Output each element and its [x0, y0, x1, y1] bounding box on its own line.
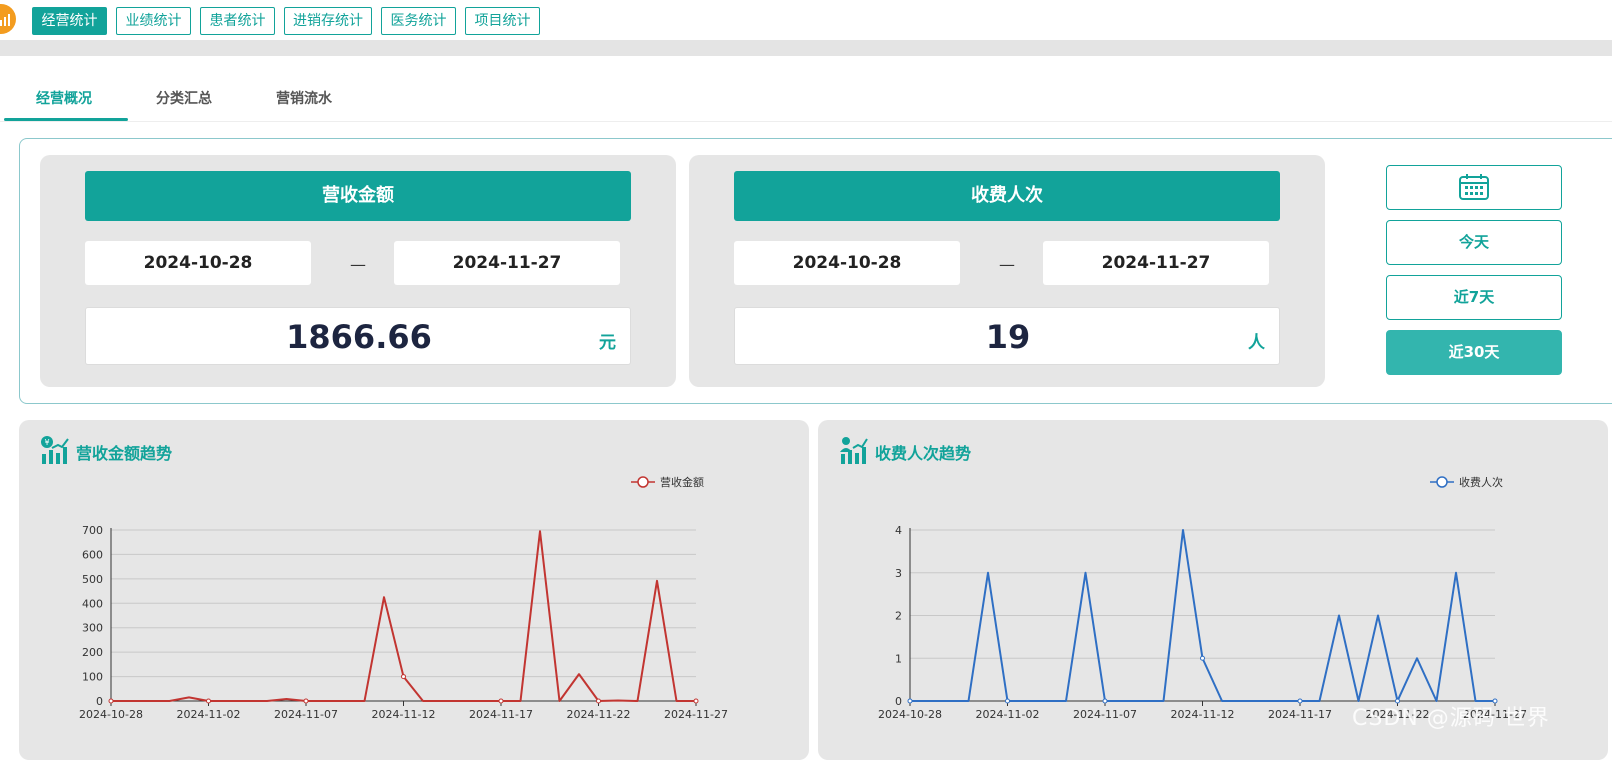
visits-unit: 人 — [1248, 333, 1265, 353]
visits-value-box: 19 人 — [734, 307, 1280, 365]
y-tick-label: 2 — [895, 610, 902, 623]
visits-end-date[interactable]: 2024-11-27 — [1043, 241, 1269, 285]
chart-legend: 收费人次 — [1430, 475, 1503, 489]
x-tick-label: 2024-10-28 — [878, 708, 942, 721]
x-tick-label: 2024-11-27 — [664, 708, 728, 721]
chart-legend: 营收金额 — [631, 475, 704, 489]
y-tick-label: 0 — [96, 695, 103, 708]
y-tick-label: 100 — [82, 671, 103, 684]
top-tab-performance[interactable]: 业绩统计 — [116, 7, 191, 35]
x-tick-label: 2024-11-12 — [372, 708, 436, 721]
x-tick-label: 2024-11-07 — [1073, 708, 1137, 721]
top-nav-bar: 经营统计 业绩统计 患者统计 进销存统计 医务统计 项目统计 — [0, 0, 1612, 40]
y-tick-label: 300 — [82, 622, 103, 635]
top-tab-business[interactable]: 经营统计 — [32, 7, 107, 35]
legend-marker — [637, 476, 649, 488]
today-button[interactable]: 今天 — [1386, 220, 1562, 265]
y-tick-label: 1 — [895, 652, 902, 665]
x-tick-label: 2024-11-17 — [1268, 708, 1332, 721]
legend-marker — [1436, 476, 1448, 488]
y-tick-label: 4 — [895, 524, 902, 537]
last-30-days-button[interactable]: 近30天 — [1386, 330, 1562, 375]
revenue-start-date[interactable]: 2024-10-28 — [85, 241, 311, 285]
data-point — [1200, 655, 1205, 661]
data-point — [907, 698, 913, 704]
top-tab-inventory[interactable]: 进销存统计 — [284, 7, 372, 35]
data-point — [596, 698, 601, 704]
x-tick-label: 2024-11-22 — [567, 708, 631, 721]
y-tick-label: 500 — [82, 573, 103, 586]
revenue-end-date[interactable]: 2024-11-27 — [394, 241, 620, 285]
data-point — [206, 698, 211, 704]
revenue-line-chart: 营收金额 0 100 200 300 400 500 600 700 2024-10-28 2024… — [79, 475, 728, 721]
top-tab-projects[interactable]: 项目统计 — [465, 7, 540, 35]
y-tick-label: 3 — [895, 567, 902, 580]
revenue-trend-card: ¥ 营收金额趋势 营收金额 0 100 200 300 400 500 600 700 2024-… — [19, 420, 809, 760]
x-tick-label: 2024-11-02 — [976, 708, 1040, 721]
watermark-text: CSDN @源码 世界 — [1352, 706, 1550, 731]
data-point — [401, 674, 406, 680]
last-7-days-button[interactable]: 近7天 — [1386, 275, 1562, 320]
data-point — [1102, 698, 1108, 704]
top-tab-medical[interactable]: 医务统计 — [381, 7, 456, 35]
revenue-unit: 元 — [599, 333, 616, 353]
legend-label: 营收金额 — [660, 475, 704, 489]
data-point — [1005, 698, 1010, 704]
overview-panel: 营收金额 2024-10-28 — 2024-11-27 1866.66 元 收… — [19, 138, 1612, 404]
tab-category-summary[interactable]: 分类汇总 — [156, 88, 212, 108]
y-tick-label: 200 — [82, 646, 103, 659]
top-tab-patients[interactable]: 患者统计 — [200, 7, 275, 35]
x-tick-label: 2024-11-17 — [469, 708, 533, 721]
visits-card-title: 收费人次 — [734, 171, 1280, 221]
app-logo-icon — [0, 4, 16, 34]
tab-overview[interactable]: 经营概况 — [36, 88, 92, 108]
date-separator: — — [350, 255, 366, 274]
revenue-card-title: 营收金额 — [85, 171, 631, 221]
visits-start-date[interactable]: 2024-10-28 — [734, 241, 960, 285]
active-tab-indicator — [4, 118, 128, 121]
tab-marketing-flow[interactable]: 营销流水 — [276, 88, 332, 108]
data-point — [108, 698, 114, 704]
data-point — [303, 698, 309, 704]
x-tick-label: 2024-11-02 — [177, 708, 241, 721]
data-point — [693, 698, 699, 704]
legend-label: 收费人次 — [1459, 475, 1503, 489]
y-tick-label: 600 — [82, 548, 103, 561]
x-tick-label: 2024-11-07 — [274, 708, 338, 721]
y-tick-label: 400 — [82, 597, 103, 610]
calendar-button[interactable] — [1386, 165, 1562, 210]
data-point — [1297, 698, 1303, 704]
revenue-value-box: 1866.66 元 — [85, 307, 631, 365]
y-tick-label: 700 — [82, 524, 103, 537]
y-tick-label: 0 — [895, 695, 902, 708]
x-tick-label: 2024-10-28 — [79, 708, 143, 721]
visits-value: 19 — [985, 318, 1031, 356]
sub-tabs: 经营概况 分类汇总 营销流水 — [0, 56, 1612, 122]
revenue-value: 1866.66 — [286, 318, 432, 356]
calendar-icon — [1459, 174, 1489, 200]
x-tick-label: 2024-11-12 — [1171, 708, 1235, 721]
visits-card: 收费人次 2024-10-28 — 2024-11-27 19 人 — [689, 155, 1325, 387]
data-point — [498, 698, 504, 704]
date-separator: — — [999, 255, 1015, 274]
divider-band — [0, 40, 1612, 56]
revenue-card: 营收金额 2024-10-28 — 2024-11-27 1866.66 元 — [40, 155, 676, 387]
